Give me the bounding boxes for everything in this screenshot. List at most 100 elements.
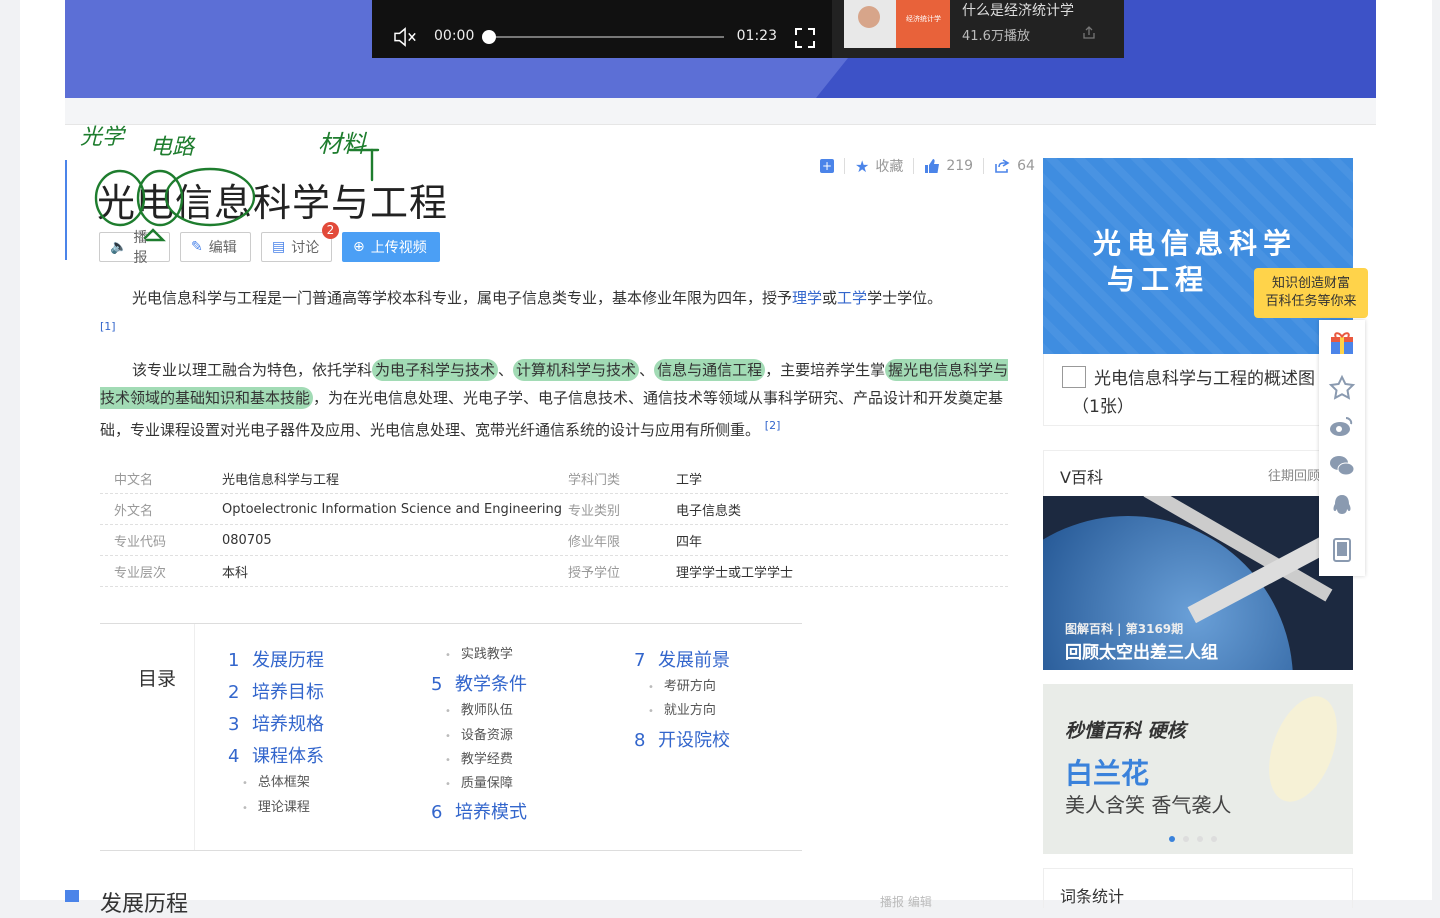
toc-num: 1 [228, 650, 240, 671]
weibo-icon[interactable] [1328, 412, 1356, 440]
toc-sub-item[interactable]: 就业方向 [648, 699, 716, 718]
chat-icon: ▤ [272, 239, 286, 255]
reference-2[interactable]: [2] [765, 419, 781, 432]
info-row: 专业代码 080705 修业年限 四年 [100, 525, 1008, 556]
toc-sub-item[interactable]: 设备资源 [445, 724, 513, 743]
link-science[interactable]: 理学 [792, 289, 822, 307]
toc-item-8[interactable]: 8 开设院校 [634, 726, 730, 752]
toc-num: 4 [228, 746, 240, 767]
toc-heading-box: 目录 [100, 624, 195, 850]
favorite-button[interactable]: ★ 收藏 [855, 156, 903, 176]
title-accent-line [65, 160, 67, 260]
info-value: 光电信息科学与工程 [222, 472, 340, 488]
recommended-video[interactable]: 经济统计学 什么是经济统计学 41.6万播放 [832, 0, 1124, 58]
info-value: 080705 [222, 532, 272, 548]
section-marker [65, 890, 79, 902]
toc-item-3[interactable]: 3 培养规格 [228, 710, 324, 736]
toc-label: 发展历程 [252, 650, 324, 671]
recommended-title[interactable]: 什么是经济统计学 [962, 0, 1074, 20]
edit-label: 编辑 [208, 240, 237, 256]
progress-knob[interactable] [482, 30, 496, 44]
vbaike-space-card[interactable]: 图解百科 | 第3169期 回顾太空出差三人组 [1043, 496, 1353, 670]
recommended-thumbnail[interactable]: 经济统计学 [844, 0, 950, 48]
reference-1[interactable]: [1] [100, 320, 116, 333]
space-caption-issue: 图解百科 | 第3169期 [1065, 622, 1184, 636]
toc-sub-item[interactable]: 质量保障 [445, 772, 513, 791]
toc-item-6[interactable]: 6 培养模式 [431, 798, 527, 824]
entry-actions: + ★ 收藏 219 64 [820, 156, 1035, 176]
basic-info-table: 中文名 光电信息科学与工程 学科门类 工学 外文名 Optoelectronic Inf… [100, 463, 1008, 587]
highlight-1: 为电子科学与技术 [372, 359, 499, 381]
toc-item-7[interactable]: 7 发展前景 [634, 646, 730, 672]
progress-track[interactable] [488, 36, 724, 38]
star-icon[interactable] [1328, 374, 1356, 402]
like-button[interactable]: 219 [924, 158, 973, 174]
album-icon [1062, 366, 1086, 388]
time-total: 01:23 [736, 28, 777, 44]
toc-sub-item[interactable]: 理论课程 [242, 796, 310, 815]
qq-icon[interactable] [1328, 492, 1356, 520]
info-key: 专业类别 [568, 503, 621, 519]
flower-name: 白兰花 [1065, 757, 1150, 790]
vbaike-more-link[interactable]: 往期回顾 [1268, 465, 1320, 484]
info-value: 工学 [676, 472, 703, 488]
summary-image[interactable]: 光电信息科学 与工程 [1043, 158, 1353, 354]
section-title: 发展历程 [100, 892, 189, 917]
p2-text-a: 该专业以理工融合为特色，依托学科 [132, 361, 373, 379]
edit-button[interactable]: ✎ 编辑 [180, 232, 251, 262]
play-audio-button[interactable]: 🔈 播报 [99, 230, 170, 266]
toc-sub-item[interactable]: 考研方向 [648, 675, 716, 694]
time-current: 00:00 [434, 28, 475, 44]
add-icon[interactable]: + [820, 159, 834, 173]
task-tip-banner[interactable]: 知识创造财富 百科任务等你来 [1254, 268, 1368, 318]
album-title[interactable]: 光电信息科学与工程的概述图 [1094, 364, 1315, 389]
info-key: 学科门类 [568, 472, 621, 488]
info-row: 中文名 光电信息科学与工程 学科门类 工学 [100, 463, 1008, 494]
wechat-icon[interactable] [1328, 452, 1356, 480]
link-engineering[interactable]: 工学 [837, 289, 867, 307]
tablet-icon[interactable] [1328, 536, 1356, 564]
toc-label: 培养规格 [252, 714, 324, 735]
album-link[interactable]: 光电信息科学与工程的概述图 （1张） [1043, 354, 1353, 426]
toc-sub-item[interactable]: 实践教学 [445, 643, 513, 662]
video-player[interactable]: 00:00 01:23 [372, 0, 832, 58]
play-label: 播报 [133, 230, 148, 266]
info-value: 四年 [676, 534, 703, 550]
info-key: 专业代码 [114, 534, 167, 550]
entry-stats-header: 词条统计 [1043, 868, 1353, 908]
fullscreen-icon[interactable] [794, 27, 816, 49]
hero-title-line2: 与工程 [1107, 263, 1210, 296]
tip-line1: 知识创造财富 [1271, 276, 1350, 291]
summary-paragraph-2: 该专业以理工融合为特色，依托学科 为电子科学与技术、计算机科学与技术、信息与通信工… [100, 357, 1010, 445]
upload-video-button[interactable]: ⊕ 上传视频 [342, 232, 440, 262]
info-key: 授予学位 [568, 565, 621, 581]
toc-item-2[interactable]: 2 培养目标 [228, 678, 324, 704]
discuss-button[interactable]: ▤ 讨论 [261, 232, 332, 262]
toc-label: 教学条件 [455, 674, 527, 695]
toc-num: 2 [228, 682, 240, 703]
flower-ad-card[interactable]: 秒懂百科 硬核 白兰花 美人含笑 香气袭人 [1043, 684, 1353, 854]
p1-or: 或 [822, 289, 838, 307]
favorite-label: 收藏 [875, 159, 904, 175]
toc-num: 5 [431, 674, 443, 695]
toc-item-1[interactable]: 1 发展历程 [228, 646, 324, 672]
album-count: （1张） [1072, 397, 1134, 417]
mute-icon[interactable] [392, 26, 420, 48]
gift-icon[interactable] [1328, 328, 1356, 356]
section-actions[interactable]: 播报 编辑 [880, 893, 932, 910]
summary-paragraph-1: 光电信息科学与工程是一门普通高等学校本科专业，属电子信息类专业，基本修业年限为四… [100, 285, 1010, 345]
share-button[interactable]: 64 [994, 158, 1035, 174]
info-value: 电子信息类 [676, 503, 742, 519]
carousel-dots[interactable] [1169, 836, 1217, 842]
plus-circle-icon: ⊕ [353, 239, 365, 255]
toc-sub-item[interactable]: 教师队伍 [445, 699, 513, 718]
share-icon[interactable] [1082, 26, 1096, 40]
thumbs-up-icon [925, 159, 940, 173]
toc-label: 培养目标 [252, 682, 324, 703]
toc-label: 课程体系 [252, 746, 324, 767]
toc-item-4[interactable]: 4 课程体系 [228, 742, 324, 768]
flower-brand: 秒懂百科 硬核 [1065, 720, 1186, 742]
toc-sub-item[interactable]: 总体框架 [242, 771, 310, 790]
toc-sub-item[interactable]: 教学经费 [445, 748, 513, 767]
toc-item-5[interactable]: 5 教学条件 [431, 670, 527, 696]
